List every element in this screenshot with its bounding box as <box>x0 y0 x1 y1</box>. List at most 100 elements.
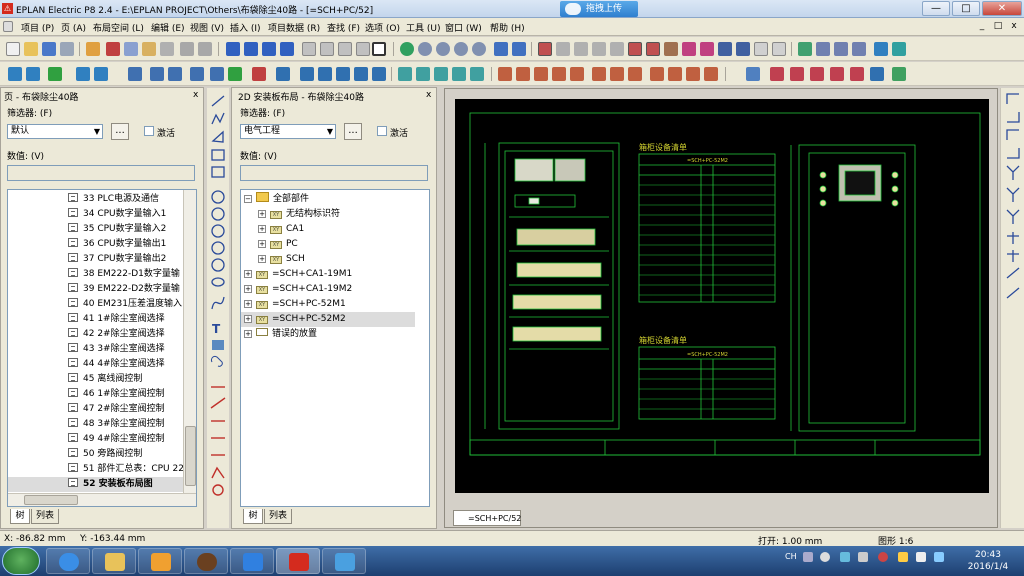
paste-icon[interactable] <box>142 42 156 56</box>
page-panel-close-button[interactable]: x <box>193 90 198 100</box>
terminal-icon[interactable] <box>398 67 412 81</box>
line-icon[interactable] <box>211 95 225 107</box>
expand-icon[interactable]: + <box>258 225 266 233</box>
menu-window[interactable]: 窗口 (W) <box>445 21 482 34</box>
keyboard-icon[interactable] <box>803 552 813 562</box>
corner-tl-icon[interactable] <box>1006 93 1019 104</box>
page-list-item[interactable]: 43 3#除尘室阀选择 <box>8 342 183 357</box>
link-b-icon[interactable] <box>700 42 714 56</box>
cable-k-icon[interactable] <box>686 67 700 81</box>
new-icon[interactable] <box>6 42 20 56</box>
taskbar-app-d[interactable] <box>322 548 366 574</box>
frame-icon[interactable] <box>372 42 386 56</box>
cable-b-icon[interactable] <box>516 67 530 81</box>
rail-icon[interactable] <box>76 67 90 81</box>
delete-icon[interactable] <box>252 67 266 81</box>
refresh-icon[interactable] <box>400 42 414 56</box>
cable-l-icon[interactable] <box>704 67 718 81</box>
angle-icon[interactable] <box>211 466 225 479</box>
scroll-thumb[interactable] <box>185 426 196 486</box>
tree-node-device[interactable]: + XY =SCH+CA1-19M1 <box>244 267 352 282</box>
zoom-in-icon[interactable] <box>436 42 450 56</box>
connect-g-icon[interactable] <box>870 67 884 81</box>
connect-b-icon[interactable] <box>770 67 784 81</box>
layout-tool-icon[interactable] <box>8 67 22 81</box>
circle-icon[interactable] <box>211 190 225 204</box>
zoom-all-icon[interactable] <box>472 42 486 56</box>
connect-icon[interactable] <box>746 67 760 81</box>
expand-icon[interactable]: + <box>244 300 252 308</box>
tee-c-icon[interactable] <box>1006 209 1020 224</box>
tree-node-device[interactable]: + XY =SCH+CA1-19M2 <box>244 282 352 297</box>
corner-br-b-icon[interactable] <box>1007 148 1020 159</box>
upload-button[interactable]: 拖拽上传 <box>560 1 638 17</box>
panel-icon[interactable] <box>338 42 352 56</box>
text-icon[interactable] <box>736 42 750 56</box>
corner-br-icon[interactable] <box>1007 112 1020 123</box>
expand-icon[interactable]: + <box>244 330 252 338</box>
copy-icon[interactable] <box>124 42 138 56</box>
tree-node-child[interactable]: + XY CA1 <box>258 222 304 237</box>
cable-h-icon[interactable] <box>628 67 642 81</box>
polygon-icon[interactable] <box>211 130 224 143</box>
display-icon[interactable] <box>934 552 944 562</box>
page-list-item[interactable]: 41 1#除尘室阀选择 <box>8 312 183 327</box>
spline-icon[interactable] <box>211 296 225 310</box>
brush-icon[interactable] <box>198 42 212 56</box>
cable-c-icon[interactable] <box>534 67 548 81</box>
menu-options[interactable]: 选项 (O) <box>365 21 400 34</box>
taskbar-ie[interactable] <box>46 548 90 574</box>
link-icon[interactable] <box>682 42 696 56</box>
tree-node-device[interactable]: + XY =SCH+PC-52M1 <box>244 297 346 312</box>
parts-icon[interactable] <box>892 42 906 56</box>
language-indicator[interactable]: CH <box>785 552 797 561</box>
document-tab[interactable]: =SCH+PC/52 <box>453 510 521 526</box>
menu-tools[interactable]: 工具 (U) <box>406 21 440 34</box>
cable-j-icon[interactable] <box>668 67 682 81</box>
page-tab-tree[interactable]: 树 <box>10 509 30 524</box>
expand-icon[interactable]: + <box>258 210 266 218</box>
pen-icon[interactable] <box>180 42 194 56</box>
text-tool-icon[interactable]: T <box>212 322 221 336</box>
mdi-close-button[interactable]: x <box>1008 21 1020 31</box>
page-list-item[interactable]: 45 离线阀控制 <box>8 372 183 387</box>
layout-activate-checkbox[interactable] <box>377 126 387 136</box>
volume-icon[interactable] <box>858 552 868 562</box>
layout-filter-select[interactable]: 电气工程 ▼ <box>240 124 336 139</box>
page-list-item[interactable]: 34 CPU数字量输入1 <box>8 207 183 222</box>
insert-icon[interactable] <box>718 42 732 56</box>
place-b-icon[interactable] <box>150 67 164 81</box>
menu-help[interactable]: 帮助 (H) <box>490 21 525 34</box>
dimension-b-icon[interactable] <box>210 397 226 409</box>
polyline-icon[interactable] <box>211 112 225 125</box>
list-icon[interactable] <box>816 42 830 56</box>
radius-icon[interactable] <box>212 484 224 496</box>
cable-g-icon[interactable] <box>610 67 624 81</box>
save-icon[interactable] <box>42 42 56 56</box>
page-filter-select[interactable]: 默认 ▼ <box>7 124 103 139</box>
page-list-vscrollbar[interactable] <box>183 190 196 493</box>
page-list-item[interactable]: 46 1#除尘室阀控制 <box>8 387 183 402</box>
cut-icon[interactable] <box>106 42 120 56</box>
window-icon[interactable] <box>320 42 334 56</box>
macro-icon[interactable] <box>754 42 768 56</box>
diagonal-icon[interactable] <box>1006 267 1020 279</box>
format-icon[interactable] <box>160 42 174 56</box>
back-arrow-icon[interactable] <box>494 42 508 56</box>
menu-insert[interactable]: 插入 (I) <box>230 21 261 34</box>
zoom-window-icon[interactable] <box>418 42 432 56</box>
place-c-icon[interactable] <box>168 67 182 81</box>
circle-c-icon[interactable] <box>211 224 225 238</box>
expand-icon[interactable]: + <box>244 285 252 293</box>
page-list-item[interactable]: 35 CPU数字量输入2 <box>8 222 183 237</box>
terminal-e-icon[interactable] <box>470 67 484 81</box>
layout-value-input[interactable] <box>240 165 428 181</box>
table-icon[interactable] <box>798 42 812 56</box>
page-activate-checkbox[interactable] <box>144 126 154 136</box>
taskbar-app-b[interactable] <box>184 548 228 574</box>
connect-c-icon[interactable] <box>790 67 804 81</box>
align-icon[interactable] <box>300 67 314 81</box>
collapse-icon[interactable]: − <box>244 195 252 203</box>
cable-icon[interactable] <box>498 67 512 81</box>
copy-format-icon[interactable] <box>276 67 290 81</box>
